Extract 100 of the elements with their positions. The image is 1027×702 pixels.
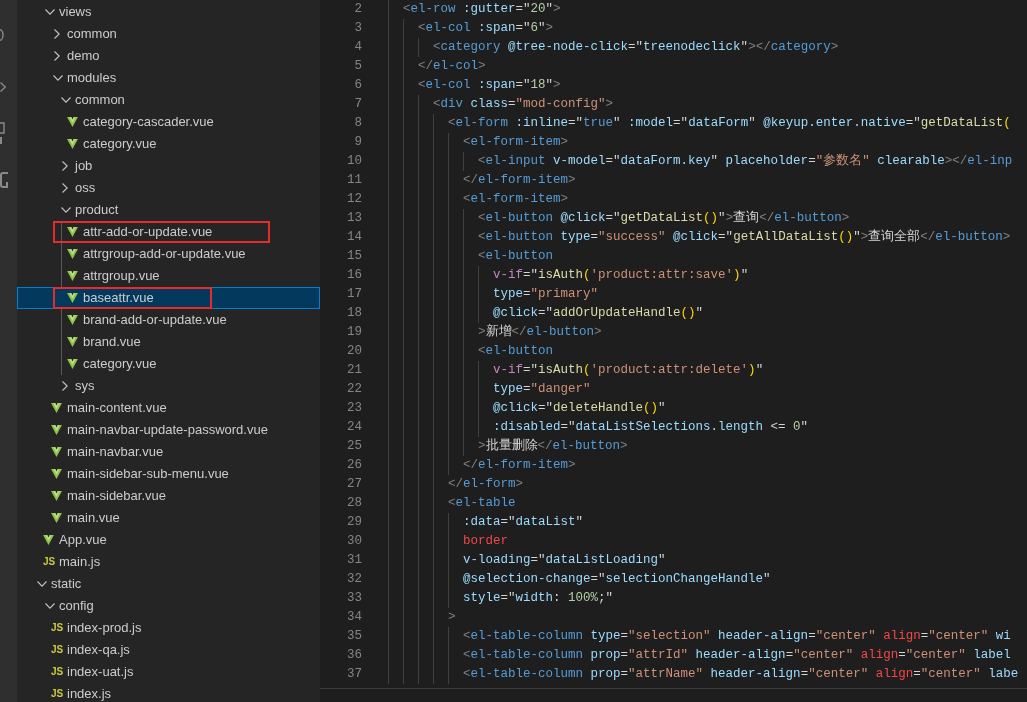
file-item[interactable]: attr-add-or-update.vue — [17, 221, 320, 243]
code-line: v-loading="dataListLoading" — [388, 551, 666, 570]
code-line: v-if="isAuth('product:attr:delete')" — [388, 361, 764, 380]
file-item[interactable]: main-navbar.vue — [17, 441, 320, 463]
file-item[interactable]: category-cascader.vue — [17, 111, 320, 133]
cut-off-icon[interactable] — [0, 82, 6, 92]
line-number: 27 — [346, 476, 362, 493]
line-number: 36 — [346, 647, 362, 664]
code-line: <el-input v-model="dataForm.key" placeholder="参数名" clearable></el-inp — [388, 152, 1013, 171]
code-line: > — [388, 608, 456, 627]
line-number: 11 — [346, 172, 362, 189]
file-item[interactable]: main-navbar-update-password.vue — [17, 419, 320, 441]
line-number: 29 — [346, 514, 362, 531]
v-shape-icon — [67, 359, 78, 369]
line-number: 23 — [346, 400, 362, 417]
folder-item[interactable]: views — [17, 1, 320, 23]
code-line: v-if="isAuth('product:attr:save')" — [388, 266, 749, 285]
folder-item[interactable]: job — [17, 155, 320, 177]
file-item[interactable]: JS main.js — [17, 551, 320, 573]
code-line: <el-button type="success" @click="getAllDataList()">查询全部</el-button> — [388, 228, 1011, 247]
v-shape-icon — [67, 293, 78, 303]
line-number: 15 — [346, 248, 362, 265]
v-shape-icon — [51, 425, 62, 435]
code-line: </el-form-item> — [388, 171, 576, 190]
v-shape-icon — [43, 535, 54, 545]
code-line: <el-form :inline="true" :model="dataForm" @keyup.enter.native="getDataList( — [388, 114, 1011, 133]
cut-off-icon[interactable] — [0, 122, 5, 144]
line-number: 35 — [346, 628, 362, 645]
line-number: 5 — [353, 58, 362, 75]
file-item[interactable]: main-sidebar-sub-menu.vue — [17, 463, 320, 485]
v-shape-icon — [67, 337, 78, 347]
file-type-label: JS — [51, 645, 64, 655]
file-item[interactable]: main-sidebar.vue — [17, 485, 320, 507]
file-item[interactable]: brand.vue — [17, 331, 320, 353]
file-item[interactable]: main.vue — [17, 507, 320, 529]
code-line: style="width: 100%;" — [388, 589, 614, 608]
file-item[interactable]: attrgroup.vue — [17, 265, 320, 287]
file-item[interactable]: JS index.js — [17, 683, 320, 702]
line-number: 17 — [346, 286, 362, 303]
line-number: 30 — [346, 533, 362, 550]
file-item[interactable]: JS index-prod.js — [17, 617, 320, 639]
code-line: <el-button — [388, 247, 554, 266]
folder-item[interactable]: common — [17, 23, 320, 45]
file-item[interactable]: App.vue — [17, 529, 320, 551]
file-item[interactable]: brand-add-or-update.vue — [17, 309, 320, 331]
folder-item[interactable]: demo — [17, 45, 320, 67]
file-item[interactable]: main-content.vue — [17, 397, 320, 419]
line-number: 32 — [346, 571, 362, 588]
line-number: 21 — [346, 362, 362, 379]
v-shape-icon — [67, 227, 78, 237]
line-number: 14 — [346, 229, 362, 246]
line-number: 13 — [346, 210, 362, 227]
line-number: 16 — [346, 267, 362, 284]
line-number: 34 — [346, 609, 362, 626]
file-type-label: JS — [43, 557, 56, 567]
code-line: </el-col> — [388, 57, 486, 76]
file-item[interactable]: baseattr.vue — [17, 287, 320, 309]
code-line: <div class="mod-config"> — [388, 95, 614, 114]
line-number: 18 — [346, 305, 362, 322]
cut-off-icon[interactable] — [0, 171, 9, 189]
line-number: 22 — [346, 381, 362, 398]
v-shape-icon — [51, 403, 62, 413]
line-number: 19 — [346, 324, 362, 341]
folder-item[interactable]: common — [17, 89, 320, 111]
code-line: <el-button @click="getDataList()">查询</el-button> — [388, 209, 850, 228]
code-line: border — [388, 532, 509, 551]
line-number: 31 — [346, 552, 362, 569]
v-shape-icon — [51, 491, 62, 501]
line-number: 33 — [346, 590, 362, 607]
line-number: 3 — [353, 20, 362, 37]
v-shape-icon — [67, 117, 78, 127]
folder-item[interactable]: oss — [17, 177, 320, 199]
v-shape-icon — [67, 139, 78, 149]
file-item[interactable]: category.vue — [17, 133, 320, 155]
folder-item[interactable]: product — [17, 199, 320, 221]
code-line: <category @tree-node-click="treenodeclick"></category> — [388, 38, 839, 57]
code-line: <el-button — [388, 342, 554, 361]
folder-item[interactable]: config — [17, 595, 320, 617]
folder-item[interactable]: modules — [17, 67, 320, 89]
line-number: 28 — [346, 495, 362, 512]
file-item[interactable]: attrgroup-add-or-update.vue — [17, 243, 320, 265]
file-item[interactable]: JS index-qa.js — [17, 639, 320, 661]
code-line: <el-col :span="18"> — [388, 76, 561, 95]
folder-item[interactable]: static — [17, 573, 320, 595]
code-line: @selection-change="selectionChangeHandle" — [388, 570, 771, 589]
code-line: <el-col :span="6"> — [388, 19, 554, 38]
file-item[interactable]: JS index-uat.js — [17, 661, 320, 683]
file-type-label: JS — [51, 667, 64, 677]
file-item[interactable]: category.vue — [17, 353, 320, 375]
file-type-label: JS — [51, 689, 64, 699]
code-line: <el-table-column type="selection" header-align="center" align="center" wi — [388, 627, 1011, 646]
v-shape-icon — [51, 469, 62, 479]
code-line: <el-table — [388, 494, 516, 513]
line-number: 37 — [346, 666, 362, 683]
folder-item[interactable]: sys — [17, 375, 320, 397]
line-number: 9 — [353, 134, 362, 151]
v-shape-icon — [67, 249, 78, 259]
line-number: 25 — [346, 438, 362, 455]
cut-off-icon[interactable] — [0, 29, 4, 41]
code-line: >批量删除</el-button> — [388, 437, 628, 456]
